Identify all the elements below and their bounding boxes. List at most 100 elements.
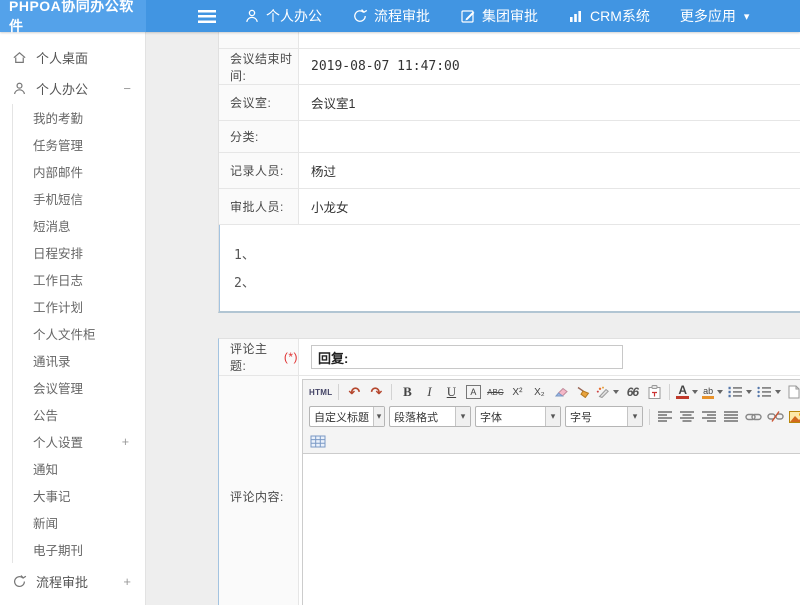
table-icon [310,435,326,448]
sidebar-item-announcement[interactable]: 公告 [13,401,145,428]
meeting-content-box: 1、 2、 [219,225,800,311]
insert-image-button[interactable] [787,407,800,427]
sidebar-item-personal-settings[interactable]: 个人设置+ [13,428,145,455]
sidebar-item-major-events[interactable]: 大事记 [13,482,145,509]
content-line: 2、 [234,270,800,298]
sidebar-item-work-log[interactable]: 工作日志 [13,266,145,293]
bold-button[interactable]: B [397,382,417,402]
eraser-button[interactable] [551,382,571,402]
underline-button[interactable]: U [441,382,461,402]
paste-plain-button[interactable] [644,382,664,402]
superscript-button[interactable]: X² [507,382,527,402]
align-left-button[interactable] [655,407,675,427]
sidebar-item-e-journal[interactable]: 电子期刊 [13,536,145,563]
align-right-icon [702,411,716,422]
sidebar-item-file-cabinet[interactable]: 个人文件柜 [13,320,145,347]
strikethrough-button[interactable]: ABC [485,382,505,402]
sidebar-item-sms[interactable]: 手机短信 [13,185,145,212]
nav-group-approval[interactable]: 集团审批 [460,6,538,26]
sidebar-item-attendance[interactable]: 我的考勤 [13,104,145,131]
sidebar-item-work-plan[interactable]: 工作计划 [13,293,145,320]
highlight-icon: ab [702,386,714,399]
link-button[interactable] [743,407,763,427]
redo-button[interactable]: ↷ [366,382,386,402]
align-right-button[interactable] [699,407,719,427]
app-logo[interactable]: PHPOA协同办公软件 [0,0,146,32]
blockquote-button[interactable]: 66 [622,382,642,402]
editor-content-area[interactable] [303,453,800,605]
nav-crm-system[interactable]: CRM系统 [568,6,650,26]
subscript-button[interactable]: X₂ [529,382,549,402]
comment-table: 评论主题: (*) 评论内容: HTML ↶ ↷ [218,338,800,605]
meeting-detail-table: 会议结束时间: 2019-08-07 11:47:00 会议室: 会议室1 分类… [218,32,800,313]
caret-down-icon: ▾ [455,407,470,426]
font-color-icon: A [676,385,689,399]
font-family-select[interactable]: 字体▾ [475,406,561,427]
top-bar: PHPOA协同办公软件 个人办公 流程审批 集团审批 [0,0,800,32]
toolbar-divider [391,384,392,400]
field-label [219,32,299,48]
sidebar-item-personal-office[interactable]: 个人办公 − [0,73,145,104]
editor-toolbar-row-1: HTML ↶ ↷ B I U A ABC X² X₂ [303,380,800,404]
sidebar-item-notice[interactable]: 通知 [13,455,145,482]
select-value: 段落格式 [390,409,455,425]
undo-button[interactable]: ↶ [344,382,364,402]
nav-label: 个人办公 [266,6,322,26]
new-document-button[interactable] [784,382,800,402]
person-icon [244,8,260,24]
ordered-list-button[interactable] [726,382,753,402]
sidebar-item-contacts[interactable]: 通讯录 [13,347,145,374]
sidebar-item-internal-mail[interactable]: 内部邮件 [13,158,145,185]
expand-icon[interactable]: + [122,435,129,449]
table-row: 会议结束时间: 2019-08-07 11:47:00 [219,49,800,85]
format-brush-button[interactable] [573,382,593,402]
sidebar-item-desktop[interactable]: 个人桌面 [0,42,145,73]
sidebar-label: 个人桌面 [36,48,88,67]
align-center-button[interactable] [677,407,697,427]
sidebar-item-schedule[interactable]: 日程安排 [13,239,145,266]
unlink-button[interactable] [765,407,785,427]
format-brush-icon [576,386,590,398]
sidebar-item-short-message[interactable]: 短消息 [13,212,145,239]
nav-more-apps[interactable]: 更多应用 ▾ [680,6,750,26]
expand-icon[interactable]: + [123,574,131,589]
html-source-button[interactable]: HTML [308,382,333,402]
sidebar-label: 手机短信 [33,189,83,208]
insert-table-button[interactable] [308,431,328,451]
collapse-icon[interactable]: − [123,81,131,96]
toolbar-divider [649,409,650,425]
comment-subject-input[interactable] [311,345,623,369]
highlight-color-button[interactable]: ab [701,382,724,402]
sidebar-label: 日程安排 [33,243,83,262]
table-row [219,32,800,49]
italic-button[interactable]: I [419,382,439,402]
color-spray-button[interactable] [595,382,620,402]
sidebar-item-tasks[interactable]: 任务管理 [13,131,145,158]
field-label: 会议室: [219,85,299,120]
sidebar-item-meeting-mgmt[interactable]: 会议管理 [13,374,145,401]
font-color-button[interactable]: A [675,382,699,402]
nav-personal-office[interactable]: 个人办公 [244,6,322,26]
sidebar-item-news[interactable]: 新闻 [13,509,145,536]
table-row: 记录人员: 杨过 [219,153,800,189]
unlink-icon [767,411,784,422]
nav-label: 更多应用 [680,6,736,26]
field-value [299,339,800,375]
paragraph-select[interactable]: 段落格式▾ [389,406,471,427]
field-label: 审批人员: [219,189,299,224]
process-icon [12,574,27,589]
hamburger-menu-icon[interactable] [198,10,216,23]
nav-process-approval[interactable]: 流程审批 [352,6,430,26]
field-value [299,32,800,48]
toolbar-divider [338,384,339,400]
sidebar-label: 通知 [33,459,58,478]
unordered-list-button[interactable] [755,382,782,402]
caret-down-icon: ▾ [373,407,384,426]
field-label: 评论内容: [219,376,299,605]
align-justify-button[interactable] [721,407,741,427]
heading-select[interactable]: 自定义标题▾ [309,406,385,427]
sidebar-item-process-approval[interactable]: 流程审批 + [0,566,145,597]
font-style-button[interactable]: A [463,382,483,402]
font-size-select[interactable]: 字号▾ [565,406,643,427]
boxed-a-icon: A [466,385,481,399]
